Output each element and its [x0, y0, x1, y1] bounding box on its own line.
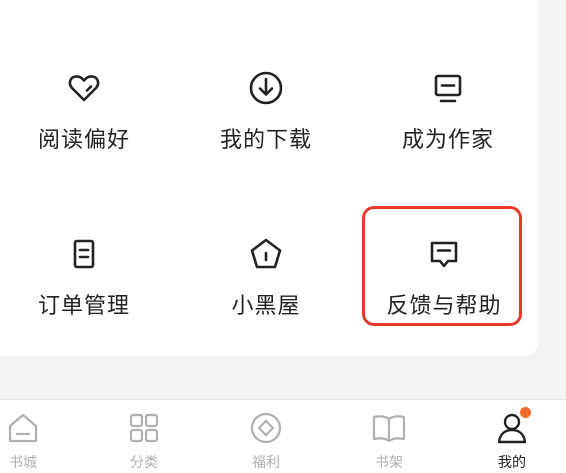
- grid-item-become-writer[interactable]: 成为作家: [368, 68, 528, 178]
- tab-bookshelf[interactable]: 书架: [349, 408, 429, 473]
- grid-item-label: 订单管理: [37, 294, 130, 319]
- grid-item-label: 反馈与帮助: [386, 294, 502, 319]
- feedback-icon: [424, 234, 464, 274]
- grid-item-label: 成为作家: [401, 128, 494, 153]
- tab-label: 我的: [498, 455, 526, 471]
- heart-icon: [64, 68, 104, 108]
- tab-bookstore[interactable]: 书城: [0, 408, 63, 473]
- grid-item-small-dark-room[interactable]: 小黑屋: [186, 234, 346, 344]
- tab-welfare[interactable]: 福利: [226, 408, 306, 473]
- notification-badge: [520, 407, 531, 418]
- document-icon: [64, 234, 104, 274]
- download-icon: [246, 68, 286, 108]
- pentagon-icon: [246, 234, 286, 274]
- tab-label: 书架: [375, 455, 403, 471]
- grid-item-label: 我的下载: [219, 128, 312, 153]
- tab-label: 书城: [9, 455, 37, 471]
- grid-item-feedback-help[interactable]: 反馈与帮助: [364, 234, 524, 344]
- grid-icon: [124, 408, 164, 448]
- tab-mine[interactable]: 我的: [472, 407, 552, 473]
- grid-item-my-downloads[interactable]: 我的下载: [186, 68, 346, 178]
- grid-item-label: 小黑屋: [231, 294, 301, 319]
- user-icon: [492, 407, 532, 448]
- profile-menu-card: 阅读偏好 我的下载 成为作家 订单管理 小黑屋 反馈与帮助: [0, 0, 538, 356]
- bottom-tab-bar: 书城 分类 福利 书架 我的: [0, 399, 566, 473]
- diamond-circle-icon: [246, 408, 286, 448]
- grid-item-reading-preference[interactable]: 阅读偏好: [4, 68, 164, 178]
- tab-label: 分类: [130, 455, 158, 471]
- home-icon: [3, 408, 43, 448]
- monitor-icon: [428, 68, 468, 108]
- grid-item-order-management[interactable]: 订单管理: [4, 234, 164, 344]
- book-icon: [369, 408, 409, 448]
- grid-item-label: 阅读偏好: [37, 128, 130, 153]
- tab-categories[interactable]: 分类: [104, 408, 184, 473]
- tab-label: 福利: [252, 455, 280, 471]
